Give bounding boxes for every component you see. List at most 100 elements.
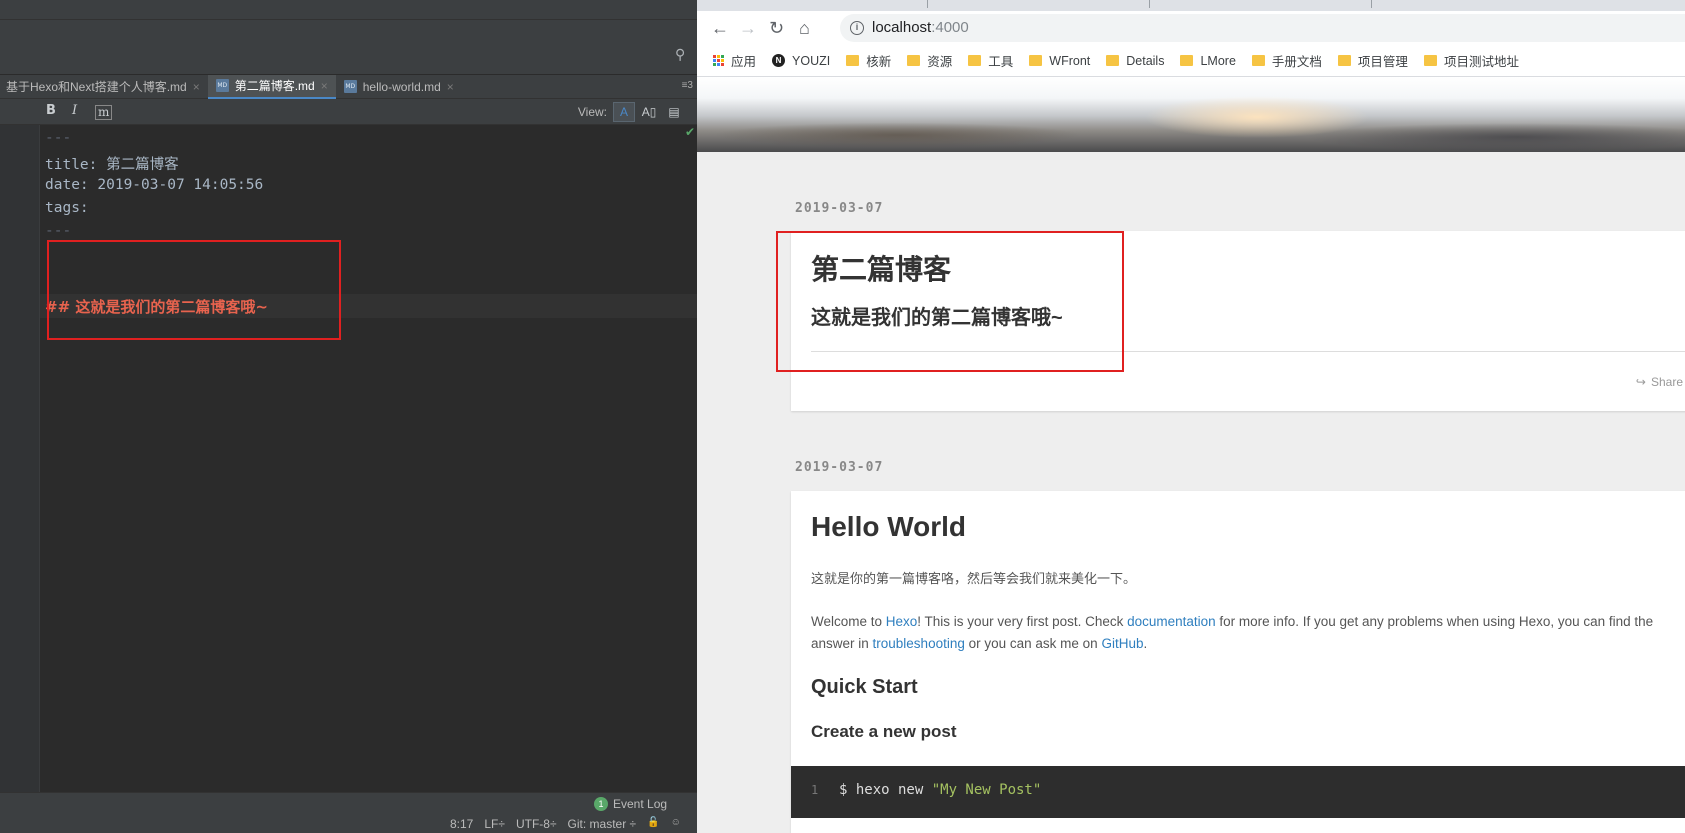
post-title[interactable]: Hello World	[811, 511, 966, 543]
folder-icon	[846, 55, 860, 66]
markdown-toolbar: B I m View: A A▯ ▤	[0, 99, 697, 125]
close-icon[interactable]: ×	[447, 80, 454, 94]
folder-icon	[1337, 55, 1351, 66]
view-split-button[interactable]: A▯	[638, 102, 660, 122]
code-button[interactable]: m	[95, 105, 113, 120]
bold-button[interactable]: B	[46, 103, 56, 118]
browser-toolbar: ← → ↻ ⌂ i localhost:4000	[697, 11, 1685, 45]
tab-label: hello-world.md	[362, 79, 441, 94]
troubleshooting-link[interactable]: troubleshooting	[873, 636, 965, 651]
event-count-badge: 1	[594, 797, 608, 811]
view-label: View:	[577, 105, 607, 119]
post-card: Hello World 这就是你的第一篇博客咯，然后等会我们就来美化一下。 We…	[791, 491, 1685, 833]
tab-label: 基于Hexo和Next搭建个人博客.md	[6, 80, 187, 94]
ide-status-bar: 1 Event Log 8:17 LF÷ UTF-8÷ Git: master …	[0, 792, 697, 833]
share-icon: ↪	[1635, 375, 1646, 389]
status-widgets: 8:17 LF÷ UTF-8÷ Git: master ÷ 🔓 ☺	[450, 817, 681, 831]
code-line: date: 2019-03-07 14:05:56	[45, 177, 264, 193]
event-log-label: Event Log	[613, 797, 668, 811]
markdown-file-icon: MD	[215, 79, 229, 92]
post-date: 2019-03-07	[795, 460, 884, 475]
code-block: 1 $ hexo new "My New Post"	[791, 766, 1685, 818]
address-bar[interactable]: i localhost:4000	[840, 14, 1685, 42]
post-paragraph: Welcome to Hexo! This is your very first…	[811, 614, 1654, 651]
code-line: ---	[45, 223, 72, 239]
close-icon[interactable]: ×	[193, 80, 200, 94]
tab-overflow-icon[interactable]: ≡3	[682, 80, 693, 91]
bookmarks-bar: 应用 N YOUZI 核新 资源 工具 WFront Details LMore…	[697, 45, 1685, 77]
code-line: title: 第二篇博客	[45, 157, 179, 173]
hexo-link[interactable]: Hexo	[886, 614, 918, 629]
share-label: Share	[1650, 375, 1683, 389]
italic-button[interactable]: I	[72, 103, 77, 118]
post-date: 2019-03-07	[795, 201, 884, 216]
ide-navigation-bar: ⚲	[0, 20, 697, 75]
code-line-number: 1	[811, 783, 819, 797]
forward-button[interactable]: →	[739, 18, 757, 39]
bookmark-folder[interactable]: 工具	[968, 51, 1013, 70]
code-line: tags:	[45, 200, 89, 216]
bookmark-folder[interactable]: 核新	[846, 51, 891, 70]
documentation-link[interactable]: documentation	[1127, 614, 1216, 629]
browser-window: ← → ↻ ⌂ i localhost:4000 应用 N YOUZI 核新 资…	[697, 0, 1685, 833]
section-heading: Quick Start	[811, 676, 918, 698]
folder-icon	[1423, 55, 1437, 66]
folder-icon	[1180, 55, 1194, 66]
bookmark-label: 应用	[731, 55, 757, 69]
bookmark-label: LMore	[1200, 53, 1236, 68]
folder-icon	[907, 55, 921, 66]
event-log-button[interactable]: 1 Event Log	[594, 797, 667, 811]
bookmark-folder[interactable]: 手册文档	[1251, 51, 1322, 70]
code-text: $ hexo new "My New Post"	[839, 782, 1042, 798]
folder-icon	[1251, 55, 1265, 66]
browser-tab-strip	[697, 0, 1685, 11]
file-encoding[interactable]: UTF-8÷	[516, 817, 557, 831]
bookmark-label: 资源	[927, 55, 953, 69]
bookmark-label: YOUZI	[792, 53, 831, 68]
bookmark-folder[interactable]: 资源	[907, 51, 952, 70]
bookmark-apps[interactable]: 应用	[713, 51, 756, 70]
editor-tab-hexo-next[interactable]: 基于Hexo和Next搭建个人博客.md ×	[0, 75, 208, 99]
editor-tab-bar: 基于Hexo和Next搭建个人博客.md × MD 第二篇博客.md × MD …	[0, 74, 697, 99]
github-link[interactable]: GitHub	[1101, 636, 1143, 651]
code-line: ---	[45, 130, 72, 146]
line-gutter	[0, 125, 40, 792]
caret-position[interactable]: 8:17	[450, 817, 473, 831]
folder-icon	[1029, 55, 1043, 66]
tab-label: 第二篇博客.md	[234, 79, 315, 93]
info-icon[interactable]: i	[850, 21, 864, 35]
bookmark-folder[interactable]: 项目测试地址	[1423, 51, 1519, 70]
subsection-heading: Create a new post	[811, 722, 957, 741]
close-icon[interactable]: ×	[321, 79, 328, 93]
bookmark-label: 手册文档	[1271, 55, 1322, 69]
markdown-file-icon: MD	[343, 80, 357, 93]
view-preview-button[interactable]: ▤	[663, 102, 685, 122]
bookmark-folder[interactable]: Details	[1106, 54, 1164, 68]
bookmark-folder[interactable]: LMore	[1180, 53, 1236, 68]
reload-button[interactable]: ↻	[769, 18, 784, 39]
bookmark-label: WFront	[1049, 53, 1091, 68]
url-host: localhost	[872, 19, 932, 36]
bookmark-folder[interactable]: 项目管理	[1337, 51, 1408, 70]
share-button[interactable]: ↪ Share	[1636, 375, 1683, 389]
git-branch[interactable]: Git: master ÷	[568, 817, 637, 831]
back-button[interactable]: ←	[711, 18, 729, 39]
lock-icon[interactable]: 🔓	[647, 817, 659, 831]
n-icon: N	[772, 54, 786, 67]
editor-tab-hello-world[interactable]: MD hello-world.md ×	[336, 75, 462, 99]
check-icon: ✔	[684, 125, 695, 139]
view-editor-only-button[interactable]: A	[613, 102, 635, 122]
home-button[interactable]: ⌂	[799, 18, 810, 39]
bookmark-label: 项目测试地址	[1443, 55, 1519, 69]
blog-header-banner	[697, 77, 1685, 152]
editor-tab-second-blog[interactable]: MD 第二篇博客.md ×	[207, 74, 336, 99]
line-separator[interactable]: LF÷	[484, 817, 505, 831]
folder-icon	[968, 55, 982, 66]
code-editor[interactable]: ✔ --- title: 第二篇博客 date: 2019-03-07 14:0…	[0, 125, 697, 792]
highlight-annotation-box	[47, 240, 341, 340]
search-icon[interactable]: ⚲	[675, 46, 689, 62]
bookmark-youzi[interactable]: N YOUZI	[772, 54, 830, 68]
highlight-annotation-box	[776, 231, 1124, 372]
inspector-icon[interactable]: ☺	[671, 817, 681, 831]
bookmark-folder[interactable]: WFront	[1029, 54, 1090, 68]
